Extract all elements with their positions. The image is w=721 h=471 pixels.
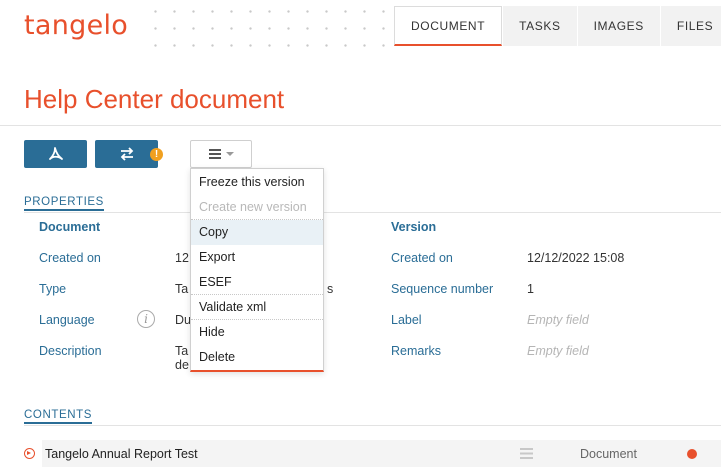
warning-badge-icon: ! xyxy=(150,148,163,161)
menu-item-freeze-version[interactable]: Freeze this version xyxy=(191,170,323,195)
app-logo: tangelo xyxy=(24,10,129,41)
properties-divider xyxy=(24,212,721,213)
page-title: Help Center document xyxy=(24,84,285,114)
pdf-icon xyxy=(48,147,63,160)
contents-section-label: CONTENTS xyxy=(24,409,93,424)
actions-dropdown-menu: Freeze this version Create new version C… xyxy=(190,168,324,372)
hamburger-icon xyxy=(208,149,221,159)
doc-type-value-tail: s xyxy=(327,282,334,296)
menu-item-hide[interactable]: Hide xyxy=(191,320,323,345)
version-remarks-value[interactable]: Empty field xyxy=(527,344,589,358)
doc-type-value: Ta xyxy=(175,282,189,296)
menu-item-validate-xml[interactable]: Validate xml xyxy=(191,295,323,320)
contents-divider xyxy=(24,425,721,426)
actions-menu-button[interactable] xyxy=(190,140,252,168)
menu-item-create-new-version: Create new version xyxy=(191,195,323,220)
menu-item-export[interactable]: Export xyxy=(191,245,323,270)
caret-down-icon xyxy=(225,152,234,156)
version-created-value: 12/12/2022 15:08 xyxy=(527,251,625,265)
menu-item-delete[interactable]: Delete xyxy=(191,345,323,370)
doc-language-value: Du xyxy=(175,313,191,327)
status-dot-icon xyxy=(687,449,697,459)
main-tabs: DOCUMENT TASKS IMAGES FILES xyxy=(394,6,721,46)
content-row-type: Document xyxy=(580,447,637,461)
version-sequence-label: Sequence number xyxy=(391,282,494,296)
tab-images[interactable]: IMAGES xyxy=(576,6,660,46)
version-sequence-value: 1 xyxy=(527,282,534,296)
doc-created-value: 12 xyxy=(175,251,189,265)
menu-item-copy[interactable]: Copy xyxy=(191,220,323,245)
menu-item-esef[interactable]: ESEF xyxy=(191,270,323,295)
version-heading: Version xyxy=(391,220,437,234)
drag-handle-icon[interactable] xyxy=(520,448,533,459)
document-heading: Document xyxy=(39,220,101,234)
version-label-value[interactable]: Empty field xyxy=(527,313,589,327)
version-remarks-label: Remarks xyxy=(391,344,442,358)
version-created-label: Created on xyxy=(391,251,453,265)
doc-type-label: Type xyxy=(39,282,67,296)
doc-description-label: Description xyxy=(39,344,102,358)
expand-chevron-icon[interactable] xyxy=(24,448,35,459)
content-row-title[interactable]: Tangelo Annual Report Test xyxy=(45,447,198,461)
tab-document[interactable]: DOCUMENT xyxy=(394,6,503,46)
tab-tasks[interactable]: TASKS xyxy=(502,6,577,46)
version-label-label: Label xyxy=(391,313,422,327)
properties-section-label: PROPERTIES xyxy=(24,196,104,211)
doc-description-value-line2: de xyxy=(175,358,189,372)
doc-language-label: Language xyxy=(39,313,95,327)
doc-created-label: Created on xyxy=(39,251,101,265)
decorative-dot-grid xyxy=(140,0,390,52)
doc-description-value: Ta xyxy=(175,344,189,358)
compare-button[interactable] xyxy=(95,140,158,168)
export-pdf-button[interactable] xyxy=(24,140,87,168)
info-icon[interactable]: i xyxy=(137,310,155,328)
tab-files[interactable]: FILES xyxy=(659,6,721,46)
swap-arrows-icon xyxy=(120,147,133,161)
title-divider xyxy=(0,125,721,126)
